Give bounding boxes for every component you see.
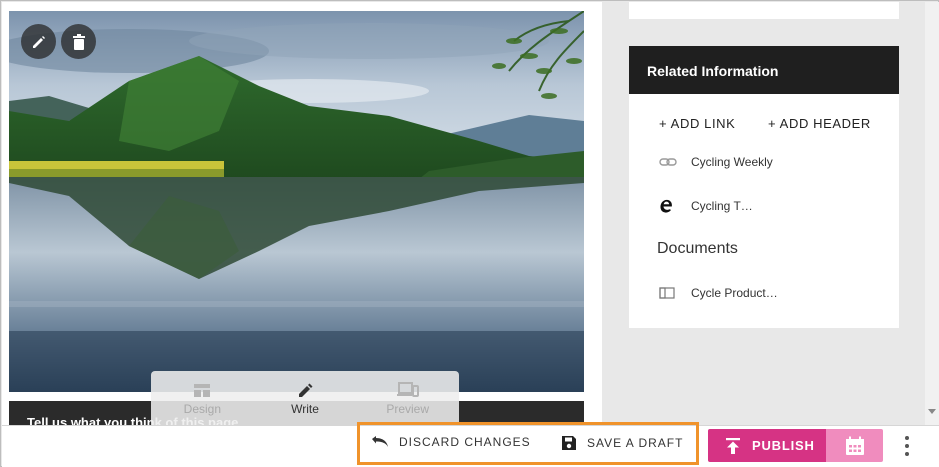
delete-image-button[interactable] bbox=[61, 24, 96, 59]
editor-panel: Tell us what you think of this page Desi… bbox=[2, 2, 602, 425]
add-actions: + ADD LINK + ADD HEADER bbox=[629, 116, 899, 132]
related-information-title: Related Information bbox=[629, 46, 899, 94]
devices-icon bbox=[396, 382, 419, 397]
publish-button[interactable]: PUBLISH bbox=[708, 429, 826, 462]
vertical-scrollbar[interactable] bbox=[925, 2, 939, 425]
page-canvas: Tell us what you think of this page Desi… bbox=[2, 2, 924, 425]
landscape-photo bbox=[9, 11, 584, 392]
related-link-label: Cycling Weekly bbox=[691, 155, 773, 169]
editor-mode-switch: Design Write Preview bbox=[151, 371, 459, 425]
app-window: Tell us what you think of this page Desi… bbox=[0, 0, 939, 467]
save-icon bbox=[562, 436, 576, 450]
related-link-label: Cycling T… bbox=[691, 199, 753, 213]
related-link-item[interactable]: Cycling Weekly bbox=[659, 154, 773, 170]
save-draft-label: SAVE A DRAFT bbox=[587, 436, 684, 450]
edit-image-button[interactable] bbox=[21, 24, 56, 59]
tab-design[interactable]: Design bbox=[151, 371, 254, 425]
document-item[interactable]: Cycle Product… bbox=[659, 285, 778, 301]
document-layout-icon bbox=[659, 287, 675, 299]
tab-preview[interactable]: Preview bbox=[356, 371, 459, 425]
grid-icon bbox=[194, 384, 211, 397]
tab-preview-label: Preview bbox=[386, 402, 430, 416]
link-icon bbox=[659, 158, 677, 166]
save-draft-button[interactable]: SAVE A DRAFT bbox=[561, 435, 683, 451]
tab-write-label: Write bbox=[291, 402, 319, 416]
add-header-button[interactable]: + ADD HEADER bbox=[768, 116, 871, 131]
edge-browser-icon bbox=[660, 199, 672, 213]
discard-changes-label: DISCARD CHANGES bbox=[399, 435, 531, 449]
documents-heading: Documents bbox=[657, 240, 738, 257]
add-link-button[interactable]: + ADD LINK bbox=[659, 116, 735, 131]
trash-icon bbox=[72, 33, 85, 50]
related-link-item[interactable]: Cycling T… bbox=[659, 198, 753, 214]
document-label: Cycle Product… bbox=[691, 286, 778, 300]
schedule-publish-button[interactable] bbox=[826, 429, 883, 462]
pencil-icon bbox=[299, 383, 313, 397]
publish-label: PUBLISH bbox=[752, 438, 815, 453]
publish-upload-icon bbox=[726, 437, 740, 454]
pencil-icon bbox=[32, 35, 45, 48]
discard-changes-button[interactable]: DISCARD CHANGES bbox=[371, 435, 531, 449]
scroll-down-arrow-icon[interactable] bbox=[928, 409, 936, 414]
calendar-icon bbox=[845, 436, 864, 455]
top-card bbox=[629, 2, 899, 19]
hero-image[interactable] bbox=[9, 11, 584, 392]
tab-design-label: Design bbox=[183, 402, 222, 416]
related-information-panel: Related Information + ADD LINK + ADD HEA… bbox=[629, 46, 899, 328]
more-options-icon[interactable] bbox=[901, 436, 913, 456]
undo-icon bbox=[372, 436, 388, 447]
tab-write[interactable]: Write bbox=[254, 371, 357, 425]
